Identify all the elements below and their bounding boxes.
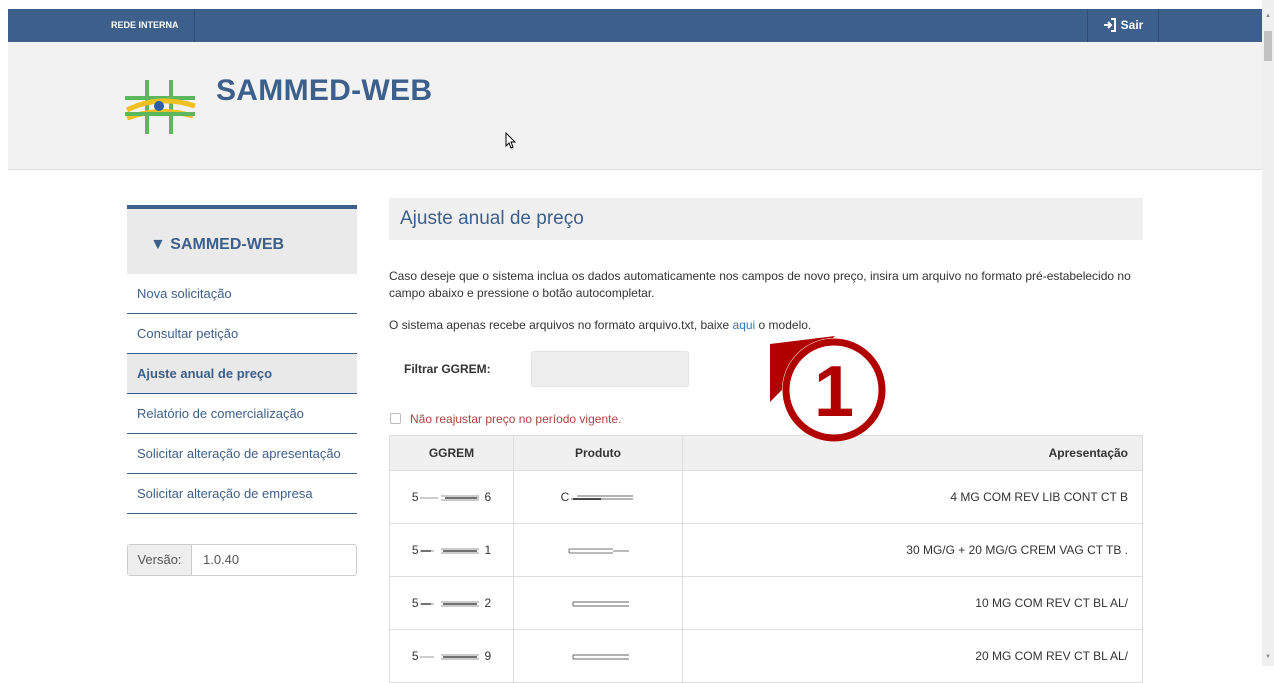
badge-number: 1 [814,352,854,432]
produto-start: C [560,490,570,504]
redaction-mark [568,548,629,554]
anvisa-logo [125,80,196,134]
sign-in-icon [1103,18,1116,32]
app-title: SAMMED-WEB [216,74,433,107]
vertical-scrollbar[interactable]: ▲ ▼ [1262,0,1274,666]
sidebar-item-ajuste-anual[interactable]: Ajuste anual de preço [127,354,357,394]
ggrem-cell: 59 [389,629,514,683]
sidebar-item-alteracao-apresentacao[interactable]: Solicitar alteração de apresentação [127,434,357,474]
redaction-mark [572,601,629,607]
sidebar-item-alteracao-empresa[interactable]: Solicitar alteração de empresa [127,474,357,514]
filter-ggrem-input[interactable] [531,351,689,387]
no-adjust-label[interactable]: Não reajustar preço no período vigente. [410,412,621,426]
scroll-down-icon[interactable]: ▼ [1265,654,1271,660]
redaction-mark [419,495,479,501]
rede-interna-link[interactable]: REDE INTERNA [95,9,195,42]
redaction-mark [419,548,479,554]
redaction-mark [419,601,479,607]
produto-cell [513,629,683,683]
ggrem-start: 5 [411,490,419,504]
file-note-before: O sistema apenas recebe arquivos no form… [389,318,733,332]
produto-cell [513,576,683,630]
step-number-badge: 1 [770,336,886,442]
redaction-mark [419,654,479,660]
column-header-produto[interactable]: Produto [513,435,683,471]
scrollbar-thumb[interactable] [1264,31,1272,61]
table-row: 51 30 MG/G + 20 MG/G CREM VAG CT TB . [389,523,1143,577]
apresentacao-cell: 30 MG/G + 20 MG/G CREM VAG CT TB . [682,523,1143,577]
version-label: Versão: [128,545,192,575]
ggrem-end: 6 [484,490,492,504]
filter-ggrem-label: Filtrar GGREM: [404,362,491,376]
sidebar: ▼ SAMMED-WEB Nova solicitação Consultar … [127,205,357,514]
download-model-link[interactable]: aqui [733,318,756,332]
version-value: 1.0.40 [203,552,240,567]
sidebar-item-consultar-peticao[interactable]: Consultar petição [127,314,357,354]
table-row: 52 10 MG COM REV CT BL AL/ [389,576,1143,630]
no-adjust-checkbox-row: Não reajustar preço no período vigente. [390,412,621,426]
ggrem-end: 1 [484,543,492,557]
table-row: 56 C 4 MG COM REV LIB CONT CT B [389,470,1143,524]
column-header-ggrem[interactable]: GGREM [389,435,514,471]
ggrem-end: 2 [484,596,492,610]
intro-text: Caso deseje que o sistema inclua os dado… [389,269,1131,300]
mouse-cursor-icon [505,132,517,149]
sidebar-heading[interactable]: ▼ SAMMED-WEB [127,205,357,274]
version-box: Versão: 1.0.40 [127,544,357,576]
page-header: SAMMED-WEB [8,42,1262,170]
apresentacao-cell: 10 MG COM REV CT BL AL/ [682,576,1143,630]
produto-cell [513,523,683,577]
apresentacao-cell: 4 MG COM REV LIB CONT CT B [682,470,1143,524]
page-title: Ajuste anual de preço [389,198,1143,240]
redaction-mark [572,654,629,660]
ggrem-start: 5 [411,649,419,663]
file-format-note: O sistema apenas recebe arquivos no form… [389,318,811,332]
top-navbar: REDE INTERNA Sair [8,9,1262,42]
ggrem-start: 5 [411,596,419,610]
sidebar-item-nova-solicitacao[interactable]: Nova solicitação [127,274,357,314]
apresentacao-cell: 20 MG COM REV CT BL AL/ [682,629,1143,683]
ggrem-cell: 51 [389,523,514,577]
redaction-mark [571,495,634,500]
column-header-apresentacao[interactable]: Apresentação [682,435,1143,471]
no-adjust-checkbox[interactable] [390,413,401,424]
sidebar-item-relatorio[interactable]: Relatório de comercialização [127,394,357,434]
ggrem-cell: 56 [389,470,514,524]
table-row: 59 20 MG COM REV CT BL AL/ [389,629,1143,683]
logout-label: Sair [1120,18,1144,32]
scroll-up-icon[interactable]: ▲ [1265,13,1271,19]
logout-button[interactable]: Sair [1087,9,1159,42]
ggrem-cell: 52 [389,576,514,630]
price-table: GGREM Produto Apresentação 56 C 4 MG COM… [389,435,1143,683]
produto-cell: C [513,470,683,524]
ggrem-end: 9 [484,649,492,663]
ggrem-start: 5 [411,543,419,557]
